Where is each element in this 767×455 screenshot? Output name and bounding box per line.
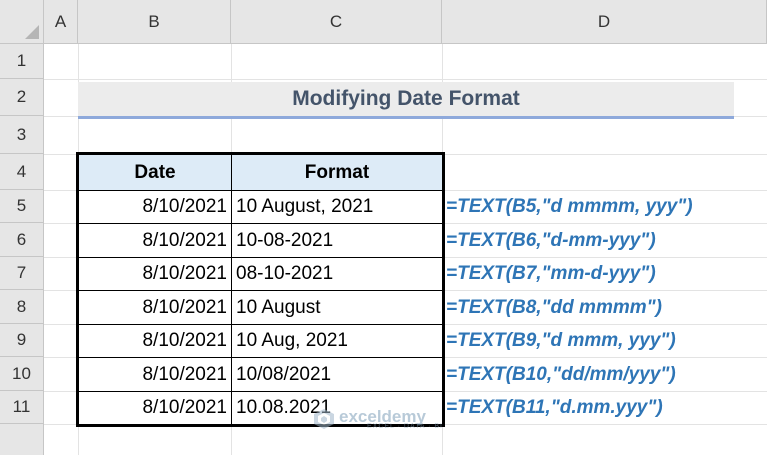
- format-cell[interactable]: 08-10-2021: [231, 257, 443, 291]
- table-row: 8/10/2021 08-10-2021: [78, 257, 443, 291]
- formula-cell-d7[interactable]: =TEXT(B7,"mm-d-yyy"): [446, 263, 656, 285]
- column-header-b[interactable]: B: [78, 0, 231, 44]
- date-cell[interactable]: 8/10/2021: [78, 223, 232, 258]
- date-format-table: Date Format 8/10/2021 10 August, 2021 8/1…: [76, 152, 445, 427]
- formula-cell-d5[interactable]: =TEXT(B5,"d mmmm, yyy"): [446, 196, 693, 218]
- table-row: 8/10/2021 10 August, 2021: [78, 190, 443, 224]
- table-row: 8/10/2021 10 Aug, 2021: [78, 324, 443, 358]
- gridline: [44, 79, 767, 80]
- row-header-10[interactable]: 10: [0, 357, 44, 391]
- date-cell[interactable]: 8/10/2021: [78, 357, 232, 392]
- date-cell[interactable]: 8/10/2021: [78, 391, 232, 425]
- exceldemy-logo-icon: [314, 409, 334, 429]
- row-header-8[interactable]: 8: [0, 290, 44, 324]
- select-all-button[interactable]: [0, 0, 44, 44]
- column-header-c[interactable]: C: [231, 0, 442, 44]
- column-header-a[interactable]: A: [44, 0, 78, 44]
- format-cell[interactable]: 10-08-2021: [231, 223, 443, 258]
- formula-cell-d9[interactable]: =TEXT(B9,"d mmm, yyy"): [446, 330, 676, 352]
- table-row: 8/10/2021 10-08-2021: [78, 223, 443, 258]
- row-header-12[interactable]: [0, 424, 44, 455]
- table-row: 8/10/2021 10/08/2021: [78, 357, 443, 392]
- row-header-1[interactable]: 1: [0, 44, 44, 79]
- row-header-3[interactable]: 3: [0, 116, 44, 154]
- format-cell[interactable]: 10 Aug, 2021: [231, 324, 443, 358]
- row-header-11[interactable]: 11: [0, 391, 44, 424]
- row-header-4[interactable]: 4: [0, 154, 44, 190]
- format-cell[interactable]: 10/08/2021: [231, 357, 443, 392]
- date-cell[interactable]: 8/10/2021: [78, 257, 232, 291]
- watermark: exceldemy EXCEL · DATA · BI: [313, 408, 443, 430]
- date-cell[interactable]: 8/10/2021: [78, 190, 232, 224]
- format-cell[interactable]: 10 August, 2021: [231, 190, 443, 224]
- header-format[interactable]: Format: [231, 154, 443, 191]
- table-header-row: Date Format: [78, 154, 443, 191]
- row-header-2[interactable]: 2: [0, 79, 44, 116]
- page-title: Modifying Date Format: [292, 87, 520, 110]
- spreadsheet: A B C D 1 2 3 4 5 6 7 8 9 10 11 Modifyin…: [0, 0, 767, 455]
- row-header-7[interactable]: 7: [0, 257, 44, 290]
- row-header-5[interactable]: 5: [0, 190, 44, 223]
- row-header-6[interactable]: 6: [0, 223, 44, 257]
- format-cell[interactable]: 10 August: [231, 290, 443, 325]
- select-all-triangle-icon: [25, 25, 39, 39]
- watermark-tagline: EXCEL · DATA · BI: [367, 423, 443, 430]
- column-header-d[interactable]: D: [442, 0, 767, 44]
- formula-cell-d6[interactable]: =TEXT(B6,"d-mm-yyy"): [446, 230, 656, 252]
- formula-cell-d8[interactable]: =TEXT(B8,"dd mmmm"): [446, 297, 662, 319]
- header-date[interactable]: Date: [78, 154, 232, 191]
- row-header-9[interactable]: 9: [0, 324, 44, 357]
- table-row: 8/10/2021 10 August: [78, 290, 443, 325]
- formula-cell-d10[interactable]: =TEXT(B10,"dd/mm/yyy"): [446, 364, 676, 386]
- formula-cell-d11[interactable]: =TEXT(B11,"d.mm.yyy"): [446, 397, 663, 419]
- date-cell[interactable]: 8/10/2021: [78, 324, 232, 358]
- date-cell[interactable]: 8/10/2021: [78, 290, 232, 325]
